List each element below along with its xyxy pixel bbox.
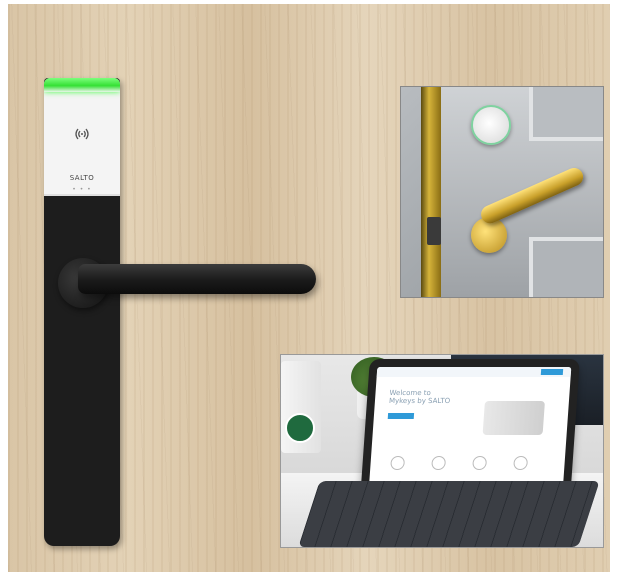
tablet: Welcome to Mykeys by SALTO — [360, 359, 580, 499]
cup-logo — [285, 413, 315, 443]
keyboard — [298, 481, 600, 547]
screen-title: Welcome to Mykeys by SALTO — [388, 389, 451, 405]
screen-icon — [513, 456, 529, 470]
latch — [427, 217, 441, 245]
brand-label: SALTO — [69, 174, 95, 182]
coffee-cup — [281, 361, 321, 453]
door-photo — [400, 86, 604, 298]
lever-handle — [78, 264, 316, 294]
screen-icons — [390, 455, 551, 475]
screen-icon — [472, 456, 488, 470]
tablet-photo: Welcome to Mykeys by SALTO — [280, 354, 604, 548]
screen-nav-button — [540, 369, 564, 375]
door-panel-top — [529, 87, 603, 141]
door-panel-bottom — [529, 237, 603, 297]
lock-reader: SALTO • • • — [44, 78, 120, 196]
rfid-waves-icon — [72, 124, 92, 144]
reader-dots: • • • — [72, 186, 92, 193]
image-frame: SALTO • • • Welcome to Mykeys by SALTO — [0, 0, 618, 578]
wall-reader — [471, 105, 511, 145]
tablet-screen: Welcome to Mykeys by SALTO — [368, 367, 572, 491]
screen-icon — [431, 456, 447, 470]
screen-device — [482, 401, 545, 435]
brass-door-edge — [421, 87, 441, 297]
green-led-strip — [44, 78, 120, 92]
screen-cta — [387, 413, 415, 419]
screen-icon — [390, 456, 406, 470]
